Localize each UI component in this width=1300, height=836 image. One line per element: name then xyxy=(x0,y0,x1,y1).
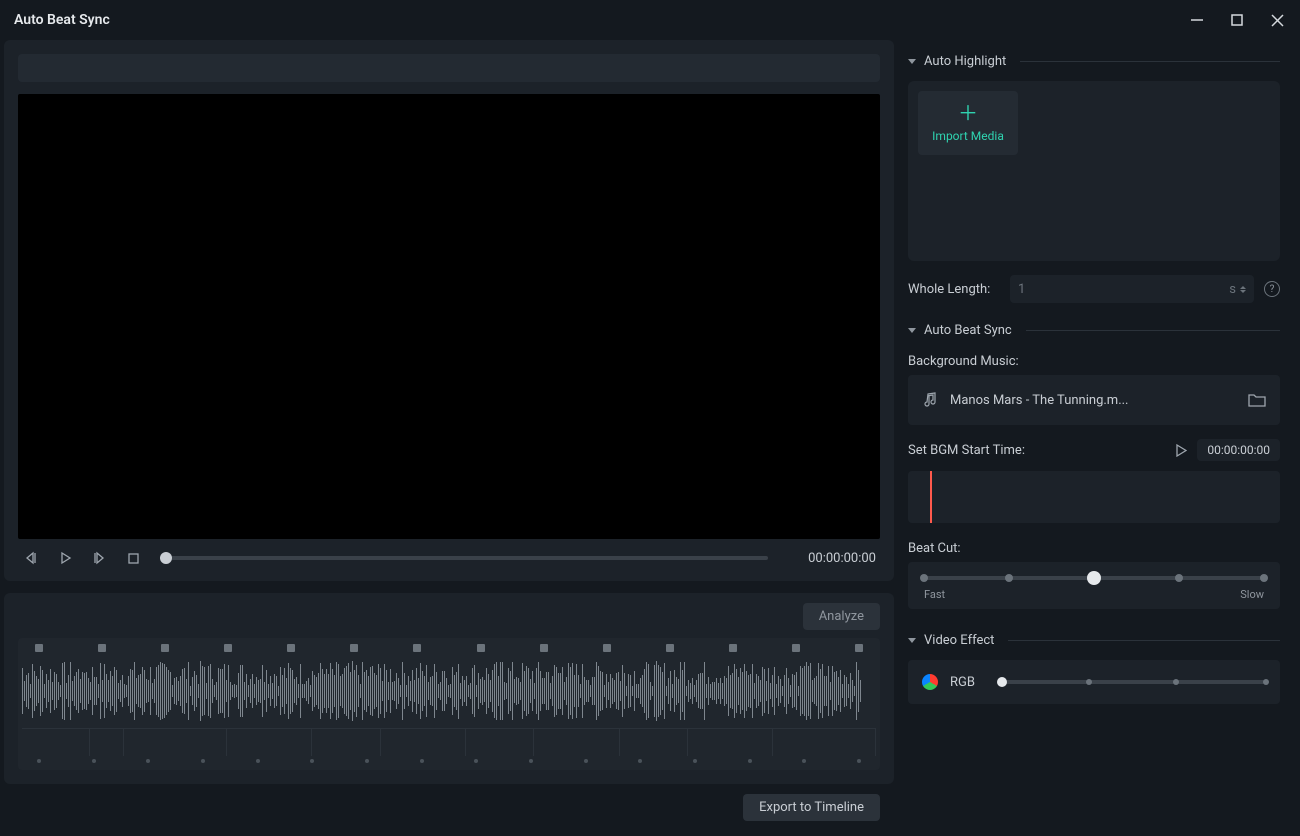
window-title: Auto Beat Sync xyxy=(14,12,110,28)
help-icon[interactable]: ? xyxy=(1264,281,1280,297)
media-drop-zone[interactable]: ＋ Import Media xyxy=(908,81,1280,261)
stop-button[interactable] xyxy=(124,549,142,567)
section-title: Auto Highlight xyxy=(924,54,1006,69)
bgm-label: Background Music: xyxy=(908,354,1280,369)
beat-cut-label: Beat Cut: xyxy=(908,541,1280,556)
analyze-button[interactable]: Analyze xyxy=(803,603,880,630)
import-media-label: Import Media xyxy=(932,129,1004,143)
plus-icon: ＋ xyxy=(958,103,978,123)
bgm-start-time[interactable]: 00:00:00:00 xyxy=(1197,439,1280,461)
bgm-filename: Manos Mars - The Tunning.m... xyxy=(950,393,1236,408)
timeline-waveform-box xyxy=(18,638,880,770)
section-title: Video Effect xyxy=(924,633,994,648)
whole-length-value: 1 xyxy=(1018,282,1025,297)
next-frame-button[interactable] xyxy=(90,549,108,567)
analyze-panel: Analyze xyxy=(4,593,894,784)
close-button[interactable] xyxy=(1268,11,1286,29)
slider-stop xyxy=(1263,679,1269,685)
section-video-effect[interactable]: Video Effect xyxy=(908,627,1280,654)
titlebar: Auto Beat Sync xyxy=(0,0,1300,40)
play-button[interactable] xyxy=(56,549,74,567)
slider-thumb[interactable] xyxy=(997,677,1007,687)
video-preview[interactable] xyxy=(18,94,880,539)
playback-bar: 00:00:00:00 xyxy=(18,539,880,567)
beat-cut-fast-label: Fast xyxy=(924,588,945,601)
stepper-icon[interactable] xyxy=(1240,286,1246,293)
bgm-start-time-row: Set BGM Start Time: 00:00:00:00 xyxy=(908,439,1280,461)
app-window: Auto Beat Sync xyxy=(0,0,1300,836)
bgm-play-button[interactable] xyxy=(1174,444,1187,457)
beat-cut-slow-label: Slow xyxy=(1240,588,1264,601)
timecode-display: 00:00:00:00 xyxy=(792,551,876,566)
whole-length-unit: s xyxy=(1229,282,1236,297)
section-auto-highlight[interactable]: Auto Highlight xyxy=(908,48,1280,75)
timeline-segments[interactable] xyxy=(22,728,876,756)
slider-stop xyxy=(1086,679,1092,685)
folder-icon[interactable] xyxy=(1248,392,1266,408)
bgm-waveform[interactable] xyxy=(908,471,1280,523)
prev-frame-button[interactable] xyxy=(22,549,40,567)
preview-tabs xyxy=(18,54,880,82)
slider-stop xyxy=(1260,574,1268,582)
section-auto-beat-sync[interactable]: Auto Beat Sync xyxy=(908,317,1280,344)
section-title: Auto Beat Sync xyxy=(924,323,1012,338)
slider-stop xyxy=(1173,679,1179,685)
export-timeline-button[interactable]: Export to Timeline xyxy=(743,794,880,821)
music-note-icon xyxy=(922,392,938,408)
effect-name: RGB xyxy=(950,675,990,690)
beat-cut-slider-box: Fast Slow xyxy=(908,562,1280,609)
bgm-file-box: Manos Mars - The Tunning.m... xyxy=(908,375,1280,425)
slider-stop xyxy=(1005,574,1013,582)
effect-row-rgb[interactable]: RGB xyxy=(908,660,1280,704)
preview-panel: 00:00:00:00 xyxy=(4,40,894,581)
footer-bar: Export to Timeline xyxy=(4,784,894,821)
minimize-button[interactable] xyxy=(1188,11,1206,29)
rgb-icon xyxy=(922,674,938,690)
bgm-playhead[interactable] xyxy=(930,471,932,523)
right-panel: Auto Highlight ＋ Import Media Whole Leng… xyxy=(904,40,1296,832)
whole-length-input[interactable]: 1 s xyxy=(1010,275,1254,303)
seek-bar[interactable] xyxy=(166,556,768,560)
maximize-button[interactable] xyxy=(1228,11,1246,29)
left-panel: 00:00:00:00 Analyze Export to Timeline xyxy=(4,40,894,832)
timeline-ticks xyxy=(22,756,876,766)
window-controls xyxy=(1188,11,1286,29)
whole-length-label: Whole Length: xyxy=(908,282,1000,297)
seek-thumb[interactable] xyxy=(160,552,172,564)
beat-cut-slider[interactable] xyxy=(924,576,1264,580)
bgm-start-label: Set BGM Start Time: xyxy=(908,443,1025,458)
main-waveform[interactable] xyxy=(22,654,876,728)
chevron-down-icon xyxy=(908,59,916,64)
slider-stop xyxy=(920,574,928,582)
chevron-down-icon xyxy=(908,328,916,333)
whole-length-row: Whole Length: 1 s ? xyxy=(908,275,1280,303)
slider-thumb[interactable] xyxy=(1087,571,1101,585)
beat-markers xyxy=(22,644,876,654)
slider-stop xyxy=(1175,574,1183,582)
import-media-button[interactable]: ＋ Import Media xyxy=(918,91,1018,155)
effect-intensity-slider[interactable] xyxy=(1002,680,1266,684)
chevron-down-icon xyxy=(908,638,916,643)
